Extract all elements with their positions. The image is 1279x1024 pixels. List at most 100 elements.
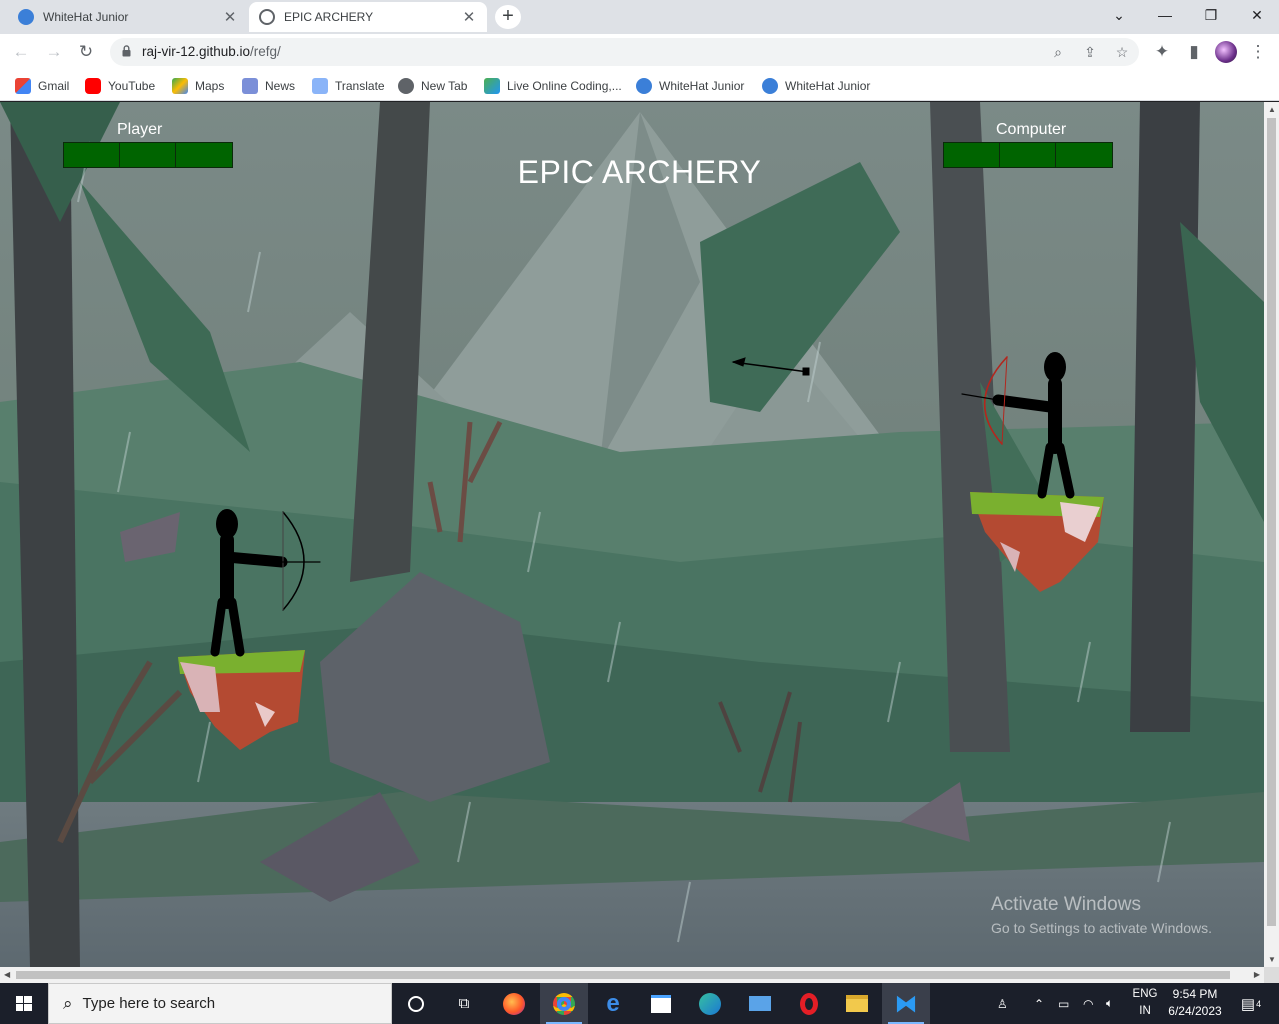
start-button[interactable] [0, 983, 48, 1024]
search-icon: ⌕ [63, 993, 73, 1013]
lock-icon [122, 45, 131, 57]
player-label: Player [117, 121, 163, 138]
edge-legacy-icon: e [606, 989, 620, 1017]
chrome-app[interactable] [540, 983, 588, 1024]
bookmark-new-tab[interactable]: New Tab [398, 76, 467, 96]
watermark-line2: Go to Settings to activate Windows. [991, 920, 1212, 936]
whitehat-icon [762, 78, 778, 94]
tab-epic-archery[interactable]: EPIC ARCHERY ✕ [249, 2, 487, 32]
bookmark-youtube[interactable]: YouTube [85, 76, 155, 96]
whitehat-favicon-icon [18, 9, 34, 25]
edge-legacy-app[interactable]: e [589, 983, 637, 1024]
tray-chevron-up-icon[interactable]: ⌃ [1034, 983, 1052, 1024]
gmail-icon [15, 78, 31, 94]
reload-icon[interactable]: ↻ [74, 40, 98, 64]
new-tab-button[interactable]: + [495, 5, 521, 29]
share-icon[interactable]: ⇪ [1080, 42, 1100, 62]
bookmark-gmail[interactable]: Gmail [15, 76, 69, 96]
clock-time: 9:54 PM [1172, 987, 1218, 1001]
tab-search-chevron-icon[interactable]: ⌄ [1096, 0, 1142, 32]
game-canvas[interactable]: Player Computer EPIC ARCHERY Activate Wi… [0, 102, 1264, 967]
url-path: /refg/ [250, 44, 281, 59]
bookmark-label: Translate [335, 79, 385, 93]
forest-background [0, 102, 1264, 967]
notification-count: 4 [1256, 998, 1262, 1009]
address-bar[interactable]: raj-vir-12.github.io/refg/ ⌕ ⇪ ☆ [110, 38, 1139, 66]
zoom-icon[interactable]: ⌕ [1048, 42, 1068, 62]
vscode-icon: ⧓ [895, 990, 917, 1016]
firefox-app[interactable] [490, 983, 538, 1024]
volume-icon[interactable]: 🔈︎ [1106, 983, 1126, 1024]
bookmark-whitehat-1[interactable]: WhiteHat Junior [636, 76, 744, 96]
cortana-button[interactable] [392, 983, 440, 1024]
system-clock[interactable]: 9:54 PM 6/24/2023 [1162, 986, 1228, 1020]
file-explorer-app[interactable] [833, 983, 881, 1024]
bookmark-star-icon[interactable]: ☆ [1112, 42, 1132, 62]
chrome-icon [553, 992, 575, 1015]
bookmark-label: WhiteHat Junior [659, 79, 745, 93]
forward-arrow-icon[interactable]: → [42, 40, 66, 64]
bookmark-whitehat-2[interactable]: WhiteHat Junior [762, 76, 870, 96]
bookmark-live-online-coding[interactable]: Live Online Coding,... [484, 76, 622, 96]
bookmark-label: News [265, 79, 296, 93]
edge-app[interactable] [686, 983, 734, 1024]
opera-app[interactable] [785, 983, 833, 1024]
bookmark-translate[interactable]: Translate [312, 76, 385, 96]
horizontal-scrollbar[interactable]: ◀ ▶ [0, 967, 1264, 983]
vscode-app[interactable]: ⧓ [882, 983, 930, 1024]
people-icon[interactable]: ♙ [997, 983, 1019, 1024]
mail-app[interactable] [736, 983, 784, 1024]
firefox-icon [503, 992, 525, 1015]
language-indicator[interactable]: ENG IN [1130, 986, 1160, 1020]
close-window-button[interactable]: ✕ [1234, 0, 1279, 32]
scroll-right-arrow-icon[interactable]: ▶ [1254, 970, 1260, 979]
taskbar-search-box[interactable]: ⌕ Type here to search [48, 983, 392, 1024]
scrollbar-corner [1264, 967, 1279, 983]
profile-avatar[interactable] [1215, 41, 1237, 63]
tab-close-icon[interactable]: ✕ [222, 8, 238, 26]
language-code: ENG [1132, 988, 1158, 1000]
notification-center-button[interactable]: ▤ 4 [1236, 983, 1266, 1024]
menu-kebab-icon[interactable]: ⋮ [1246, 40, 1270, 64]
opera-icon [800, 992, 818, 1015]
news-icon [242, 78, 258, 94]
back-arrow-icon[interactable]: ← [9, 40, 33, 64]
bookmark-maps[interactable]: Maps [172, 76, 224, 96]
battery-icon[interactable]: ▭ [1058, 983, 1076, 1024]
tab-whitehat-junior[interactable]: WhiteHat Junior ✕ [8, 2, 248, 32]
url-text: raj-vir-12.github.io/refg/ [142, 44, 281, 59]
tab-title: EPIC ARCHERY [284, 10, 374, 24]
vertical-scroll-thumb[interactable] [1267, 118, 1276, 926]
bookmark-label: Gmail [38, 79, 70, 93]
store-app[interactable] [637, 983, 685, 1024]
watermark-line1: Activate Windows [991, 894, 1141, 915]
globe-favicon-icon [259, 9, 275, 25]
mail-icon [749, 996, 771, 1011]
task-view-button[interactable]: ⧉ [440, 983, 488, 1024]
horizontal-scroll-thumb[interactable] [16, 971, 1230, 979]
scroll-up-arrow-icon[interactable]: ▲ [1268, 105, 1276, 114]
bookmark-news[interactable]: News [242, 76, 295, 96]
store-icon [651, 994, 671, 1013]
scroll-down-arrow-icon[interactable]: ▼ [1268, 955, 1276, 964]
restore-button[interactable]: ❐ [1188, 0, 1234, 32]
bookmark-label: WhiteHat Junior [785, 79, 871, 93]
windows-taskbar: ⌕ Type here to search ⧉ e ⧓ ♙ ⌃ ▭ ◠ 🔈︎ E… [0, 983, 1279, 1024]
extensions-icon[interactable]: ✦ [1150, 40, 1174, 64]
wifi-icon[interactable]: ◠ [1083, 983, 1101, 1024]
url-domain: raj-vir-12.github.io [142, 44, 251, 59]
scroll-left-arrow-icon[interactable]: ◀ [4, 970, 10, 979]
tab-title: WhiteHat Junior [43, 10, 129, 24]
computer-label: Computer [996, 121, 1067, 138]
notification-icon: ▤ [1240, 995, 1256, 1013]
bookmarks-bar: Gmail YouTube Maps News Translate New Ta… [0, 70, 1279, 101]
bookmark-label: Maps [195, 79, 225, 93]
tab-close-icon[interactable]: ✕ [461, 8, 477, 26]
maps-icon [172, 78, 188, 94]
game-title: EPIC ARCHERY [517, 154, 762, 190]
vertical-scrollbar[interactable]: ▲ ▼ [1264, 102, 1279, 967]
minimize-button[interactable]: — [1142, 0, 1188, 32]
side-panel-icon[interactable]: ▮ [1182, 40, 1206, 64]
task-view-icon: ⧉ [458, 995, 470, 1012]
edge-icon [699, 992, 721, 1015]
